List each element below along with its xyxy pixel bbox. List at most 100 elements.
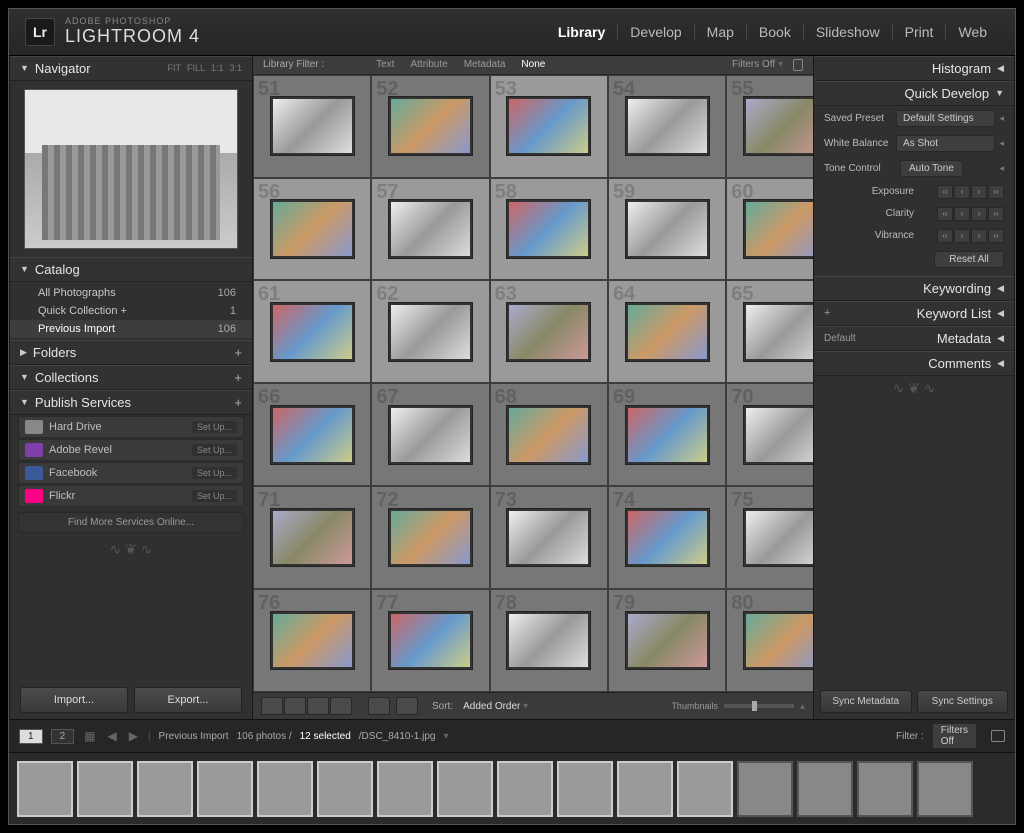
filmstrip-thumb[interactable] <box>137 761 193 817</box>
reset-all-button[interactable]: Reset All <box>934 251 1004 268</box>
grid-cell[interactable]: 75 <box>726 486 813 589</box>
publish-service-row[interactable]: FacebookSet Up... <box>18 462 244 484</box>
grid-cell[interactable]: 63 <box>490 280 608 383</box>
filmstrip-thumb[interactable] <box>317 761 373 817</box>
filmstrip-thumb[interactable] <box>197 761 253 817</box>
grid-cell[interactable]: 65 <box>726 280 813 383</box>
filmstrip-thumb[interactable] <box>557 761 613 817</box>
filter-tab-metadata[interactable]: Metadata <box>456 57 514 72</box>
filmstrip-thumb[interactable] <box>737 761 793 817</box>
grid-cell[interactable]: 58 <box>490 178 608 281</box>
status-source[interactable]: Previous Import <box>159 731 229 742</box>
publish-service-row[interactable]: FlickrSet Up... <box>18 485 244 507</box>
back-arrow-icon[interactable]: ◀ <box>105 729 118 743</box>
grid-cell[interactable]: 67 <box>371 383 489 486</box>
filmstrip-thumb[interactable] <box>17 761 73 817</box>
module-web[interactable]: Web <box>946 24 999 40</box>
saved-preset-select[interactable]: Default Settings <box>896 110 995 127</box>
grid-cell[interactable]: 62 <box>371 280 489 383</box>
grid-cell[interactable]: 78 <box>490 589 608 692</box>
lock-icon[interactable] <box>793 59 803 71</box>
keywording-header[interactable]: Keywording ◀ <box>814 276 1014 301</box>
add-publish-icon[interactable]: + <box>234 395 242 410</box>
catalog-row[interactable]: Quick Collection +1 <box>10 302 252 320</box>
grid-cell[interactable]: 79 <box>608 589 726 692</box>
sort-value[interactable]: Added Order ▾ <box>463 701 528 712</box>
grid-cell[interactable]: 76 <box>253 589 371 692</box>
import-button[interactable]: Import... <box>20 687 128 713</box>
module-print[interactable]: Print <box>893 24 947 40</box>
survey-view-button[interactable] <box>330 697 352 715</box>
toolbar-collapse-icon[interactable]: ▴ <box>800 701 805 712</box>
grid-cell[interactable]: 51 <box>253 75 371 178</box>
grid-cell[interactable]: 77 <box>371 589 489 692</box>
add-collection-icon[interactable]: + <box>234 370 242 385</box>
grid-cell[interactable]: 64 <box>608 280 726 383</box>
catalog-row[interactable]: Previous Import106 <box>10 320 252 338</box>
filmstrip-thumb[interactable] <box>437 761 493 817</box>
grid-cell[interactable]: 57 <box>371 178 489 281</box>
grid-cell[interactable]: 72 <box>371 486 489 589</box>
module-develop[interactable]: Develop <box>618 24 694 40</box>
filmstrip-thumb[interactable] <box>677 761 733 817</box>
thumbnail-grid[interactable]: 5152535455565758596061626364656667686970… <box>253 75 813 692</box>
white-balance-select[interactable]: As Shot <box>896 135 995 152</box>
grid-cell[interactable]: 69 <box>608 383 726 486</box>
screen-2-button[interactable]: 2 <box>51 729 75 744</box>
comments-header[interactable]: Comments ◀ <box>814 351 1014 376</box>
grid-cell[interactable]: 73 <box>490 486 608 589</box>
metadata-header[interactable]: Default Metadata ◀ <box>814 326 1014 351</box>
collections-header[interactable]: ▼ Collections + <box>10 365 252 390</box>
keywordlist-header[interactable]: + Keyword List ◀ <box>814 301 1014 326</box>
auto-tone-button[interactable]: Auto Tone <box>900 160 963 177</box>
grid-cell[interactable]: 59 <box>608 178 726 281</box>
filmstrip[interactable] <box>9 752 1015 824</box>
grid-cell[interactable]: 52 <box>371 75 489 178</box>
grid-cell[interactable]: 60 <box>726 178 813 281</box>
quickdevelop-header[interactable]: Quick Develop ▼ <box>814 81 1014 106</box>
catalog-header[interactable]: ▼ Catalog <box>10 257 252 282</box>
filmstrip-thumb[interactable] <box>257 761 313 817</box>
add-folder-icon[interactable]: + <box>234 345 242 360</box>
navigator-header[interactable]: ▼ Navigator FITFILL1:13:1 <box>10 56 252 81</box>
filter-tab-attribute[interactable]: Attribute <box>402 57 455 72</box>
grid-cell[interactable]: 70 <box>726 383 813 486</box>
lock-icon[interactable] <box>991 730 1005 742</box>
grid-cell[interactable]: 71 <box>253 486 371 589</box>
filmstrip-thumb[interactable] <box>857 761 913 817</box>
publish-header[interactable]: ▼ Publish Services + <box>10 390 252 415</box>
filmstrip-thumb[interactable] <box>617 761 673 817</box>
filmstrip-thumb[interactable] <box>497 761 553 817</box>
chevron-left-icon[interactable]: ◂ <box>999 138 1004 149</box>
grid-view-button[interactable] <box>261 697 283 715</box>
grid-cell[interactable]: 56 <box>253 178 371 281</box>
export-button[interactable]: Export... <box>134 687 242 713</box>
metadata-preset[interactable]: Default <box>824 333 856 344</box>
filter-tab-none[interactable]: None <box>513 57 553 72</box>
thumbnail-size-slider[interactable]: Thumbnails ▴ <box>671 701 805 712</box>
screen-1-button[interactable]: 1 <box>19 729 43 744</box>
grid-cell[interactable]: 66 <box>253 383 371 486</box>
add-keyword-icon[interactable]: + <box>824 307 830 319</box>
grid-cell[interactable]: 61 <box>253 280 371 383</box>
forward-arrow-icon[interactable]: ▶ <box>127 729 140 743</box>
filter-tab-text[interactable]: Text <box>368 57 402 72</box>
grid-cell[interactable]: 55 <box>726 75 813 178</box>
grid-cell[interactable]: 74 <box>608 486 726 589</box>
navigator-zoom-opts[interactable]: FITFILL1:13:1 <box>167 63 242 73</box>
module-book[interactable]: Book <box>747 24 804 40</box>
painter-tool[interactable] <box>368 697 390 715</box>
chevron-left-icon[interactable]: ◂ <box>999 113 1004 124</box>
filmstrip-thumb[interactable] <box>917 761 973 817</box>
publish-service-row[interactable]: Adobe RevelSet Up... <box>18 439 244 461</box>
loupe-view-button[interactable] <box>284 697 306 715</box>
chevron-left-icon[interactable]: ◂ <box>999 163 1004 174</box>
grid-cell[interactable]: 80 <box>726 589 813 692</box>
grid-cell[interactable]: 54 <box>608 75 726 178</box>
grid-cell[interactable]: 53 <box>490 75 608 178</box>
catalog-row[interactable]: All Photographs106 <box>10 284 252 302</box>
status-filter-select[interactable]: Filters Off <box>932 723 977 749</box>
sync-settings-button[interactable]: Sync Settings <box>917 690 1009 713</box>
publish-service-row[interactable]: Hard DriveSet Up... <box>18 416 244 438</box>
compare-view-button[interactable] <box>307 697 329 715</box>
